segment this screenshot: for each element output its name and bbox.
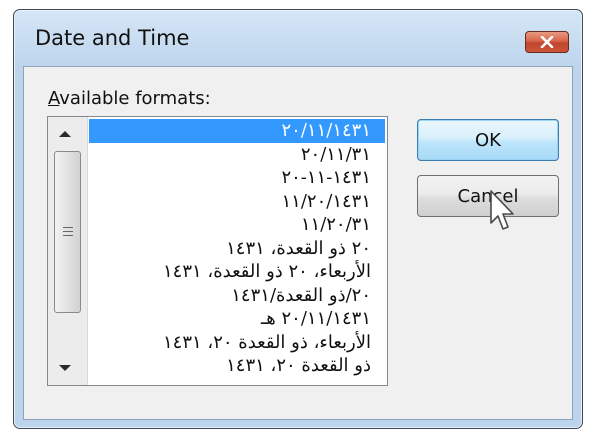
- dialog-client-area: Available formats: ٢٠/١١/١٤٣١ ٢٠/١١/٣١ ١…: [23, 66, 573, 420]
- grip-line: [63, 235, 73, 236]
- scrollbar-thumb[interactable]: [54, 151, 81, 313]
- list-item[interactable]: ٢٠/١١/٣١: [89, 143, 385, 167]
- grip-line: [63, 227, 73, 228]
- list-item[interactable]: ٢٠/١١/١٤٣١ هـ: [89, 307, 385, 331]
- list-item[interactable]: ١١/٢٠/١٤٣١: [89, 190, 385, 214]
- ok-button[interactable]: OK: [417, 119, 559, 161]
- list-item[interactable]: الأربعاء، ٢٠ ذو القعدة، ١٤٣١: [89, 260, 385, 284]
- date-time-dialog: Date and Time Available formats: ٢٠/١١/١…: [13, 9, 583, 429]
- format-items: ٢٠/١١/١٤٣١ ٢٠/١١/٣١ ١٤٣١-١١-٢٠ ١١/٢٠/١٤٣…: [89, 119, 385, 378]
- vertical-scrollbar[interactable]: [48, 117, 88, 385]
- close-x-icon: [540, 36, 554, 48]
- grip-line: [63, 231, 73, 232]
- title-bar[interactable]: Date and Time: [14, 10, 582, 66]
- label-accelerator: A: [48, 88, 60, 109]
- close-button[interactable]: [525, 31, 569, 53]
- mouse-pointer-icon: [490, 190, 514, 230]
- list-item[interactable]: الأربعاء، ذو القعدة ٢٠، ١٤٣١: [89, 331, 385, 355]
- list-item[interactable]: ٢٠ ذو القعدة، ١٤٣١: [89, 237, 385, 261]
- dialog-title: Date and Time: [35, 26, 190, 50]
- list-item[interactable]: ١١/٢٠/٣١: [89, 213, 385, 237]
- label-text: vailable formats:: [59, 88, 211, 109]
- arrow-up-icon[interactable]: [59, 131, 71, 137]
- list-item[interactable]: ١٤٣١-١١-٢٠: [89, 166, 385, 190]
- list-item[interactable]: ٢٠/١١/١٤٣١: [89, 119, 385, 143]
- arrow-down-icon[interactable]: [59, 365, 71, 371]
- list-item[interactable]: ٢٠/ذو القعدة/١٤٣١: [89, 284, 385, 308]
- list-item[interactable]: ذو القعدة ٢٠، ١٤٣١: [89, 354, 385, 378]
- available-formats-label: Available formats:: [48, 88, 211, 109]
- formats-listbox[interactable]: ٢٠/١١/١٤٣١ ٢٠/١١/٣١ ١٤٣١-١١-٢٠ ١١/٢٠/١٤٣…: [47, 116, 388, 386]
